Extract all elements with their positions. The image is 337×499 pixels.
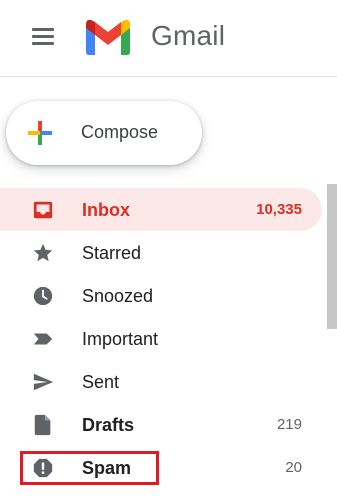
sidebar-item-spam[interactable]: Spam 20 <box>0 446 322 489</box>
sidebar-item-label: Spam <box>82 458 132 478</box>
inbox-icon <box>33 201 53 219</box>
sidebar-item-sent[interactable]: Sent <box>0 360 322 403</box>
sidebar-item-starred[interactable]: Starred <box>0 231 322 274</box>
important-icon <box>33 333 53 345</box>
sidebar-item-important[interactable]: Important <box>0 317 322 360</box>
draft-icon <box>34 414 51 436</box>
sidebar-scrollbar[interactable] <box>327 184 337 329</box>
sidebar-item-drafts[interactable]: Drafts 219 <box>0 403 322 446</box>
sidebar-item-label: Snoozed <box>82 286 154 306</box>
gmail-logo-icon[interactable] <box>83 18 133 56</box>
clock-icon <box>33 286 53 306</box>
app-title: Gmail <box>151 20 226 51</box>
item-count: 219 <box>276 416 302 433</box>
star-icon <box>33 243 53 262</box>
sidebar-item-snoozed[interactable]: Snoozed <box>0 274 322 317</box>
compose-button[interactable]: Compose <box>6 101 202 165</box>
unread-count: 10,335 <box>256 201 302 218</box>
sidebar-item-label: Sent <box>82 372 120 392</box>
send-icon <box>33 373 54 391</box>
sidebar-nav: Inbox 10,335 Starred Snoozed Important S… <box>0 188 322 489</box>
main-menu-icon[interactable] <box>32 28 54 45</box>
sidebar-item-label: Inbox <box>82 200 130 220</box>
header-divider <box>0 76 337 77</box>
sidebar-item-label: Starred <box>82 243 142 263</box>
scrollbar-thumb[interactable] <box>327 184 337 329</box>
compose-label: Compose <box>81 122 159 142</box>
header: Gmail <box>0 0 337 76</box>
sidebar-item-label: Drafts <box>82 415 135 435</box>
spam-icon <box>33 458 53 478</box>
sidebar-item-label: Important <box>82 329 159 349</box>
plus-icon <box>28 121 52 145</box>
item-count: 20 <box>285 459 302 476</box>
sidebar-item-inbox[interactable]: Inbox 10,335 <box>0 188 322 231</box>
